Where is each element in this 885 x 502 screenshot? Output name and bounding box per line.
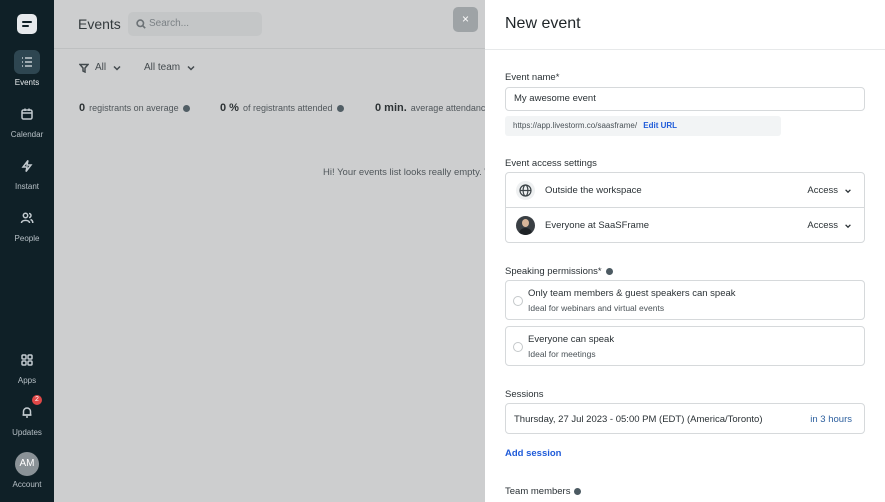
access-row-label: Outside the workspace	[545, 185, 642, 196]
event-name-label: Event name*	[505, 72, 560, 83]
sidebar-item-instant[interactable]: Instant	[0, 154, 54, 191]
session-datetime: Thursday, 27 Jul 2023 - 05:00 PM (EDT) (…	[514, 414, 763, 425]
event-url: https://app.livestorm.co/saasframe/ Edit…	[505, 116, 781, 136]
sessions-label: Sessions	[505, 389, 544, 400]
list-icon	[14, 50, 40, 74]
notification-badge: 2	[32, 395, 42, 405]
option-subtitle: Ideal for webinars and virtual events	[528, 303, 665, 313]
sidebar-item-account[interactable]: AM Account	[0, 452, 54, 489]
close-button[interactable]: ×	[453, 7, 478, 32]
access-dropdown[interactable]: Access	[807, 220, 852, 231]
session-row[interactable]: Thursday, 27 Jul 2023 - 05:00 PM (EDT) (…	[505, 403, 865, 434]
option-title: Everyone can speak	[528, 334, 615, 345]
panel-title: New event	[505, 15, 581, 32]
option-title: Only team members & guest speakers can s…	[528, 288, 736, 299]
app-logo[interactable]	[17, 14, 37, 34]
calendar-icon	[14, 102, 40, 126]
access-dropdown-label: Access	[807, 220, 838, 231]
grid-icon	[14, 348, 40, 372]
info-icon[interactable]	[574, 487, 582, 495]
access-settings-label: Event access settings	[505, 158, 597, 169]
sidebar-item-label: Updates	[12, 428, 42, 437]
access-settings: Outside the workspace Access Everyone at…	[505, 172, 865, 243]
new-event-panel: New event Event name* My awesome event h…	[485, 0, 885, 502]
team-members-text: Team members	[505, 486, 571, 497]
speaking-option-everyone[interactable]: Everyone can speak Ideal for meetings	[505, 326, 865, 366]
sidebar-item-label: Events	[14, 78, 40, 87]
option-subtitle: Ideal for meetings	[528, 349, 596, 359]
people-icon	[14, 206, 40, 230]
sidebar: Events Calendar Instant People Apps 2 Up…	[0, 0, 54, 502]
lightning-icon	[14, 154, 40, 178]
event-url-text: https://app.livestorm.co/saasframe/	[513, 121, 638, 130]
access-dropdown-label: Access	[807, 185, 838, 196]
radio-button[interactable]	[513, 296, 523, 306]
sidebar-item-calendar[interactable]: Calendar	[0, 102, 54, 139]
access-row-label: Everyone at SaaSFrame	[545, 220, 650, 231]
add-session-button[interactable]: Add session	[505, 448, 562, 459]
events-page: Events Search... All All team 0 registran…	[54, 0, 493, 502]
access-dropdown[interactable]: Access	[807, 185, 852, 196]
chevron-down-icon	[845, 188, 851, 193]
speaking-option-team[interactable]: Only team members & guest speakers can s…	[505, 280, 865, 320]
sidebar-item-label: Instant	[14, 182, 39, 191]
globe-icon	[516, 181, 535, 200]
speaking-permissions-label: Speaking permissions*	[505, 266, 613, 277]
panel-divider	[485, 49, 885, 50]
chevron-down-icon	[845, 223, 851, 228]
sidebar-item-updates[interactable]: 2 Updates	[0, 395, 54, 437]
user-avatar	[516, 216, 535, 235]
info-icon[interactable]	[605, 267, 613, 275]
speaking-permissions-text: Speaking permissions*	[505, 266, 602, 277]
sidebar-item-events[interactable]: Events	[0, 50, 54, 87]
access-row-workspace: Everyone at SaaSFrame Access	[506, 208, 864, 243]
sidebar-item-apps[interactable]: Apps	[0, 348, 54, 385]
edit-url-link[interactable]: Edit URL	[643, 121, 677, 130]
modal-overlay[interactable]	[54, 0, 485, 502]
sidebar-item-label: Account	[12, 480, 42, 489]
radio-button[interactable]	[513, 342, 523, 352]
access-row-outside: Outside the workspace Access	[506, 173, 864, 208]
sidebar-item-people[interactable]: People	[0, 206, 54, 243]
sidebar-item-label: Apps	[17, 376, 37, 385]
sidebar-item-label: Calendar	[10, 130, 44, 139]
team-members-label: Team members	[505, 486, 582, 497]
session-relative-time: in 3 hours	[810, 414, 852, 425]
sidebar-item-label: People	[14, 234, 40, 243]
event-name-input[interactable]: My awesome event	[505, 87, 865, 111]
avatar: AM	[15, 452, 39, 476]
